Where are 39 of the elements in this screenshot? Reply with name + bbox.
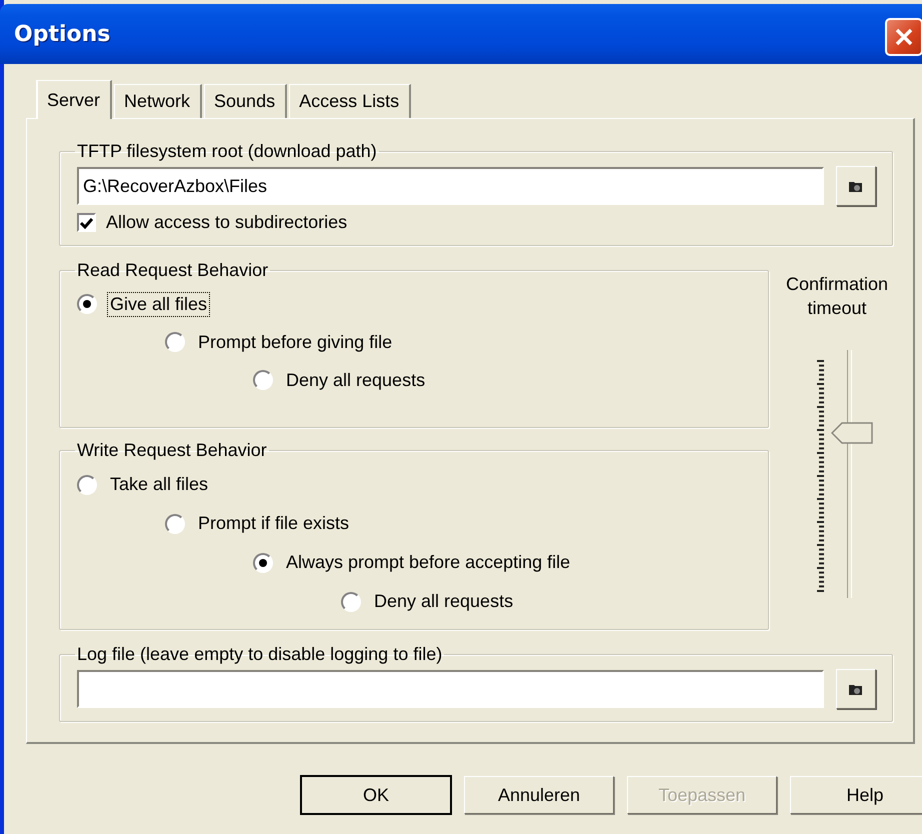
- radio-label: Always prompt before accepting file: [285, 551, 572, 574]
- group-title: Write Request Behavior: [76, 440, 268, 461]
- group-title: Log file (leave empty to disable logging to file): [76, 644, 444, 665]
- dialog-button[interactable]: OK: [301, 776, 451, 814]
- group-title: Read Request Behavior: [76, 260, 270, 281]
- group-title: TFTP filesystem root (download path): [76, 141, 378, 162]
- folder-icon: [848, 682, 864, 696]
- dialog-button[interactable]: Annuleren: [464, 776, 614, 814]
- tab[interactable]: Server: [37, 80, 112, 119]
- radio-label: Take all files: [109, 473, 210, 496]
- radio-button[interactable]: [77, 474, 97, 494]
- radio-label: Deny all requests: [373, 590, 514, 613]
- radio-label: Give all files: [107, 292, 210, 316]
- log-file-field[interactable]: [77, 670, 824, 708]
- checkbox-label: Allow access to subdirectories: [106, 212, 348, 233]
- radio-button[interactable]: [77, 294, 97, 314]
- close-icon: [894, 27, 914, 47]
- close-button[interactable]: [885, 18, 922, 56]
- radio-button[interactable]: [341, 592, 361, 612]
- checkbox[interactable]: [77, 213, 96, 232]
- slider-thumb[interactable]: [831, 422, 873, 444]
- folder-icon: [848, 179, 864, 193]
- dialog-button[interactable]: Help: [790, 776, 922, 814]
- tab[interactable]: Sounds: [204, 84, 288, 118]
- browse-button[interactable]: [836, 669, 876, 709]
- slider-label: Confirmation timeout: [784, 273, 890, 320]
- radio-label: Deny all requests: [285, 368, 426, 392]
- slider-track[interactable]: [831, 350, 873, 598]
- tab[interactable]: Network: [114, 84, 202, 118]
- radio-button[interactable]: [253, 552, 273, 572]
- radio-label: Prompt before giving file: [197, 330, 394, 354]
- window-title: Options: [14, 22, 110, 46]
- radio-button[interactable]: [253, 370, 273, 390]
- radio-label: Prompt if file exists: [197, 512, 350, 535]
- tab[interactable]: Access Lists: [289, 84, 412, 118]
- radio-button[interactable]: [165, 332, 185, 352]
- radio-button[interactable]: [165, 514, 185, 534]
- path-field[interactable]: G:\RecoverAzbox\Files: [77, 167, 824, 205]
- browse-button[interactable]: [836, 166, 876, 206]
